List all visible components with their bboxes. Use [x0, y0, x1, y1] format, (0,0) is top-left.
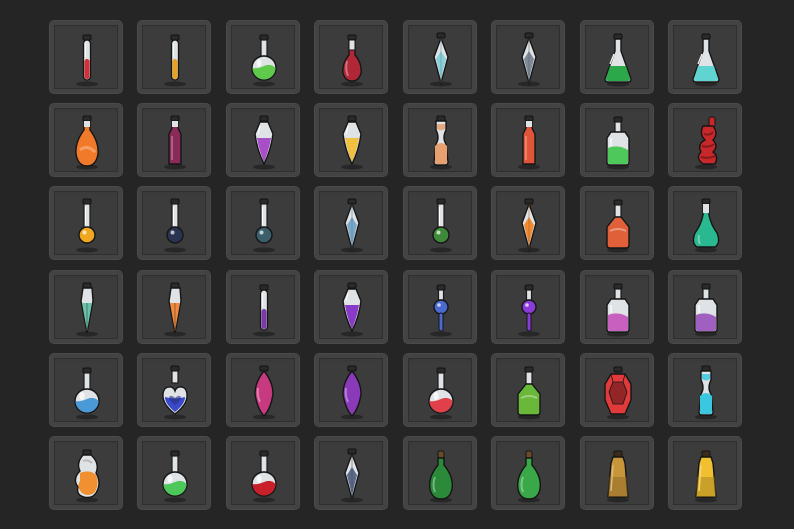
inventory-slot[interactable]	[402, 103, 477, 178]
crystal-vial-icon	[429, 32, 452, 87]
inventory-slot[interactable]	[579, 103, 654, 178]
round-flask-icon	[162, 450, 189, 503]
crystal-vial-icon	[518, 32, 541, 87]
drop-gem-icon	[341, 365, 364, 420]
inventory-slot[interactable]	[314, 20, 389, 94]
wide-flask-icon	[605, 199, 630, 253]
square-bottle-icon	[605, 116, 630, 170]
bulb-vial-icon	[76, 198, 98, 253]
shard-vial-icon	[164, 282, 187, 337]
inventory-slot[interactable]	[225, 186, 300, 261]
orb-wand-icon	[518, 284, 541, 337]
crystal-vial-icon	[341, 448, 364, 503]
inventory-slot[interactable]	[402, 435, 477, 510]
inventory-slot[interactable]	[491, 20, 566, 94]
inventory-slot[interactable]	[402, 352, 477, 427]
gourd-bottle-icon	[517, 450, 542, 503]
tall-bottle-icon	[164, 115, 187, 170]
cone-flask-icon	[692, 33, 720, 87]
heart-flask-icon	[162, 365, 189, 420]
inventory-slot[interactable]	[667, 269, 742, 344]
jar-bottle-icon	[694, 450, 717, 503]
narrow-flask-icon	[341, 34, 364, 87]
inventory-slot[interactable]	[667, 186, 742, 261]
slim-vial-icon	[76, 34, 98, 87]
round-flask-icon	[74, 367, 100, 420]
gourd-bottle-icon	[428, 450, 453, 503]
inventory-slot[interactable]	[491, 186, 566, 261]
wide-flask-icon	[517, 366, 541, 420]
inventory-slot[interactable]	[314, 269, 389, 344]
shard-vial-icon	[76, 282, 98, 337]
bell-flask-icon	[692, 198, 720, 253]
hourglass-vial-icon	[429, 115, 452, 170]
slim-vial-icon	[252, 284, 275, 337]
round-flask-icon	[251, 34, 277, 87]
inventory-slot[interactable]	[137, 435, 212, 510]
inventory-slot[interactable]	[491, 435, 566, 510]
inventory-slot[interactable]	[579, 186, 654, 261]
inventory-slot[interactable]	[137, 20, 212, 94]
inventory-slot[interactable]	[579, 435, 654, 510]
inventory-slot[interactable]	[314, 435, 389, 510]
shield-vial-icon	[252, 115, 275, 170]
inventory-slot[interactable]	[579, 352, 654, 427]
inventory-slot[interactable]	[579, 20, 654, 94]
bulb-vial-icon	[429, 198, 452, 253]
twisted-bottle-icon	[694, 116, 718, 170]
jar-bottle-icon	[606, 450, 629, 503]
inventory-slot[interactable]	[225, 435, 300, 510]
inventory-slot[interactable]	[137, 103, 212, 178]
tall-bottle-icon	[518, 115, 541, 170]
drop-gem-icon	[252, 365, 275, 420]
inventory-slot[interactable]	[402, 186, 477, 261]
inventory-slot[interactable]	[667, 435, 742, 510]
inventory-slot[interactable]	[314, 352, 389, 427]
inventory-slot[interactable]	[579, 269, 654, 344]
inventory-slot[interactable]	[137, 186, 212, 261]
teardrop-bottle-icon	[75, 115, 99, 170]
bulb-vial-icon	[252, 198, 275, 253]
inventory-slot[interactable]	[137, 352, 212, 427]
inventory-slot[interactable]	[49, 352, 123, 427]
inventory-slot[interactable]	[225, 352, 300, 427]
square-bottle-icon	[605, 283, 630, 337]
inventory-slot[interactable]	[225, 103, 300, 178]
inventory-slot[interactable]	[225, 269, 300, 344]
inventory-slot[interactable]	[491, 269, 566, 344]
shield-vial-icon	[341, 282, 364, 337]
inventory-slot[interactable]	[49, 435, 123, 510]
swirl-bottle-icon	[74, 449, 100, 503]
inventory-grid	[49, 20, 742, 510]
inventory-slot[interactable]	[491, 352, 566, 427]
inventory-slot[interactable]	[137, 269, 212, 344]
orb-wand-icon	[429, 284, 452, 337]
inventory-slot[interactable]	[49, 20, 123, 94]
round-flask-icon	[251, 450, 277, 503]
inventory-slot[interactable]	[49, 186, 123, 261]
inventory-slot[interactable]	[49, 269, 123, 344]
crystal-vial-icon	[341, 198, 364, 253]
round-flask-icon	[427, 367, 454, 420]
gem-flask-icon	[603, 366, 632, 420]
cone-flask-icon	[603, 33, 632, 87]
inventory-slot[interactable]	[49, 103, 123, 178]
inventory-slot[interactable]	[402, 269, 477, 344]
bulb-vial-icon	[164, 198, 187, 253]
hourglass-vial-icon	[694, 365, 717, 420]
inventory-slot[interactable]	[667, 20, 742, 94]
inventory-slot[interactable]	[314, 103, 389, 178]
inventory-slot[interactable]	[491, 103, 566, 178]
square-bottle-icon	[694, 283, 718, 337]
shield-vial-icon	[341, 115, 364, 170]
inventory-slot[interactable]	[667, 103, 742, 178]
crystal-vial-icon	[518, 198, 541, 253]
inventory-slot[interactable]	[225, 20, 300, 94]
inventory-slot[interactable]	[314, 186, 389, 261]
inventory-slot[interactable]	[667, 352, 742, 427]
inventory-slot[interactable]	[402, 20, 477, 94]
slim-vial-icon	[164, 34, 187, 87]
